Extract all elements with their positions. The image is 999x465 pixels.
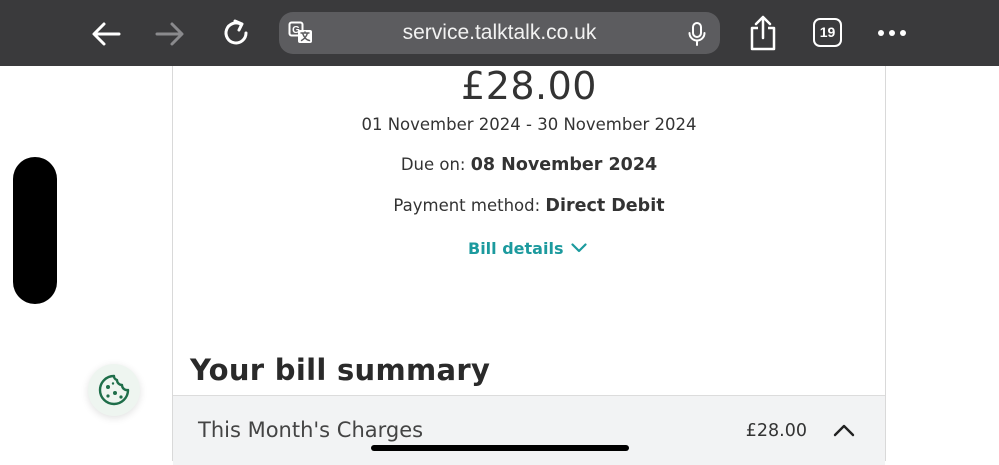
reload-icon [224,19,248,45]
bill-period: 01 November 2024 - 30 November 2024 [361,115,697,134]
url-text[interactable]: service.talktalk.co.uk [339,12,660,54]
web-page: £28.00 01 November 2024 - 30 November 20… [0,64,999,465]
address-bar[interactable]: G service.talktalk.co.uk [279,12,720,54]
charges-accordion-row[interactable]: This Month's Charges £28.00 [173,395,885,465]
arrow-left-icon [92,22,121,46]
chevron-down-icon [571,243,588,253]
home-indicator[interactable] [371,445,629,451]
charges-label: This Month's Charges [198,418,424,442]
due-date-row: Due on: 08 November 2024 [173,155,885,175]
microphone-icon[interactable] [686,21,708,47]
browser-toolbar: G service.talktalk.co.uk 19 [0,0,999,66]
reload-button[interactable] [215,12,257,54]
arrow-right-icon [155,22,184,46]
side-scroll-pill[interactable] [13,157,57,304]
payment-label: Payment method: [393,196,541,215]
more-dots-icon [878,30,906,36]
payment-method-row: Payment method: Direct Debit [173,196,885,216]
bill-amount: £28.00 [461,64,597,108]
charges-amount: £28.00 [745,421,807,441]
cookie-settings-button[interactable] [88,364,140,416]
tabs-count-button[interactable]: 19 [813,18,842,47]
bill-details-link[interactable]: Bill details [468,236,588,260]
chevron-up-icon[interactable] [833,423,855,437]
share-icon [750,15,776,51]
bill-details-label: Bill details [468,238,564,258]
payment-method: Direct Debit [545,196,665,216]
share-button[interactable] [744,12,782,54]
more-button[interactable] [872,18,912,48]
due-date: 08 November 2024 [470,155,658,175]
bill-summary-heading: Your bill summary [190,353,491,387]
translate-icon[interactable]: G [288,21,314,45]
back-button[interactable] [86,14,126,54]
forward-button[interactable] [150,14,190,54]
cookie-icon [98,374,130,406]
bill-card: £28.00 01 November 2024 - 30 November 20… [172,64,886,465]
due-label: Due on: [400,155,466,174]
